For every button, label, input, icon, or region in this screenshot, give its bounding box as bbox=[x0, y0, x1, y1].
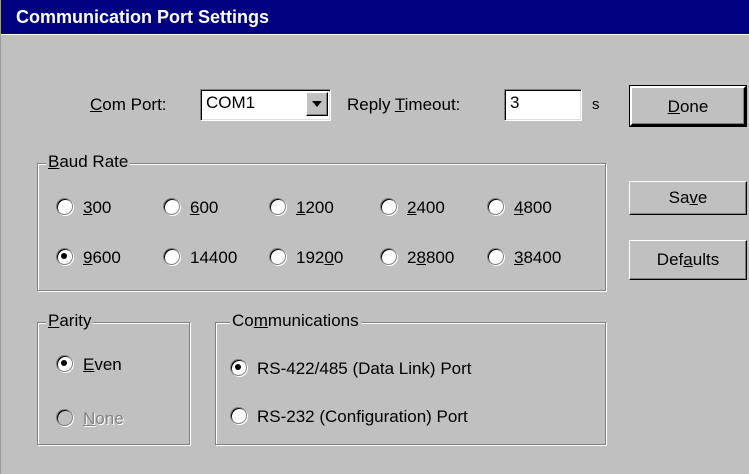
reply-timeout-value: 3 bbox=[510, 93, 520, 112]
parity-none-radio: None bbox=[56, 409, 124, 429]
radio-disabled-icon bbox=[56, 409, 73, 427]
baud-rate-legend: Baud Rate bbox=[46, 152, 131, 172]
baud-rate-option-label: 14400 bbox=[190, 248, 238, 267]
radio-unselected-icon bbox=[230, 407, 247, 425]
save-button[interactable]: Save bbox=[629, 181, 747, 215]
baud-rate-option[interactable]: 9600 bbox=[56, 248, 121, 268]
radio-unselected-icon bbox=[269, 198, 286, 216]
save-button-label: Save bbox=[668, 188, 708, 207]
done-button-label: Done bbox=[667, 97, 709, 116]
comm-rs422-radio[interactable]: RS-422/485 (Data Link) Port bbox=[230, 359, 472, 379]
baud-rate-option[interactable]: 28800 bbox=[380, 248, 454, 268]
baud-rate-option[interactable]: 38400 bbox=[487, 248, 561, 268]
baud-rate-group: Baud Rate bbox=[37, 152, 606, 291]
parity-legend: Parity bbox=[46, 311, 94, 331]
comm-rs232-radio[interactable]: RS-232 (Configuration) Port bbox=[230, 407, 468, 427]
reply-timeout-unit: s bbox=[592, 96, 600, 113]
defaults-button[interactable]: Defaults bbox=[629, 240, 747, 280]
reply-timeout-label: Reply Timeout: bbox=[347, 95, 461, 114]
baud-rate-option[interactable]: 600 bbox=[163, 198, 218, 218]
window-title: Communication Port Settings bbox=[16, 7, 270, 27]
radio-unselected-icon bbox=[163, 198, 180, 216]
baud-rate-option-label: 600 bbox=[190, 198, 219, 217]
comm-rs232-label: RS-232 (Configuration) Port bbox=[257, 407, 468, 426]
radio-unselected-icon bbox=[56, 198, 73, 216]
dialog-window: Communication Port Settings Com Port: CO… bbox=[0, 0, 749, 474]
baud-rate-option-label: 2400 bbox=[407, 198, 445, 217]
parity-even-label: Even bbox=[83, 355, 122, 374]
radio-unselected-icon bbox=[487, 248, 504, 266]
radio-unselected-icon bbox=[487, 198, 504, 216]
com-port-label: Com Port: bbox=[90, 95, 167, 114]
baud-rate-option[interactable]: 4800 bbox=[487, 198, 552, 218]
radio-unselected-icon bbox=[380, 198, 397, 216]
baud-rate-option[interactable]: 19200 bbox=[269, 248, 343, 268]
com-port-value: COM1 bbox=[206, 93, 256, 112]
baud-rate-option-label: 38400 bbox=[514, 248, 562, 267]
parity-none-label: None bbox=[83, 409, 124, 428]
baud-rate-option-label: 300 bbox=[83, 198, 112, 217]
com-port-dropdown[interactable]: COM1 bbox=[200, 89, 331, 121]
baud-rate-option-label: 28800 bbox=[407, 248, 455, 267]
baud-rate-option[interactable]: 1200 bbox=[269, 198, 334, 218]
parity-even-radio[interactable]: Even bbox=[56, 355, 122, 375]
done-button[interactable]: Done bbox=[629, 85, 747, 127]
title-bar[interactable]: Communication Port Settings bbox=[1, 0, 749, 35]
communications-legend: Communications bbox=[230, 311, 361, 331]
radio-unselected-icon bbox=[163, 248, 180, 266]
defaults-button-label: Defaults bbox=[656, 250, 720, 269]
radio-unselected-icon bbox=[269, 248, 286, 266]
radio-selected-icon bbox=[230, 359, 247, 377]
radio-unselected-icon bbox=[380, 248, 397, 266]
reply-timeout-input[interactable]: 3 bbox=[504, 89, 582, 121]
baud-rate-option-label: 19200 bbox=[296, 248, 344, 267]
baud-rate-option[interactable]: 14400 bbox=[163, 248, 237, 268]
baud-rate-option-label: 9600 bbox=[83, 248, 121, 267]
baud-rate-option-label: 4800 bbox=[514, 198, 552, 217]
radio-selected-icon bbox=[56, 248, 73, 266]
chevron-down-icon[interactable] bbox=[306, 92, 328, 116]
baud-rate-option[interactable]: 2400 bbox=[380, 198, 445, 218]
baud-rate-option-label: 1200 bbox=[296, 198, 334, 217]
radio-selected-icon bbox=[56, 355, 73, 373]
comm-rs422-label: RS-422/485 (Data Link) Port bbox=[257, 359, 472, 378]
baud-rate-option[interactable]: 300 bbox=[56, 198, 111, 218]
